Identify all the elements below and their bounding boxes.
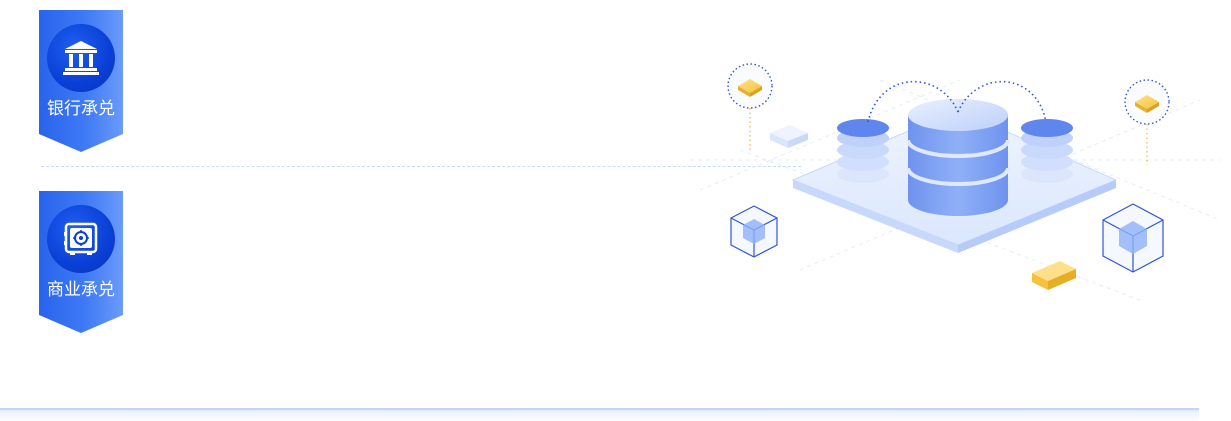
bank-icon-circle: [47, 24, 115, 92]
right-cube: [1102, 203, 1164, 273]
commercial-acceptance-tab[interactable]: 商业承兑: [39, 191, 123, 333]
database-illustration: [690, 63, 1221, 301]
right-token: [1124, 79, 1170, 165]
bank-acceptance-tab[interactable]: 银行承兑: [39, 10, 123, 152]
right-disk-stack: [1021, 119, 1073, 183]
central-database: [906, 99, 1010, 216]
safe-icon: [64, 222, 98, 255]
bottom-divider-band: [0, 408, 1199, 421]
safe-icon-circle: [47, 205, 115, 273]
left-cube: [730, 205, 778, 258]
gold-bar: [1032, 261, 1076, 290]
light-block: [770, 125, 808, 148]
bank-acceptance-label: 银行承兑: [47, 99, 115, 118]
commercial-acceptance-label: 商业承兑: [47, 280, 115, 299]
bank-icon: [63, 41, 99, 75]
left-disk-stack: [837, 119, 889, 183]
left-token: [727, 63, 773, 150]
